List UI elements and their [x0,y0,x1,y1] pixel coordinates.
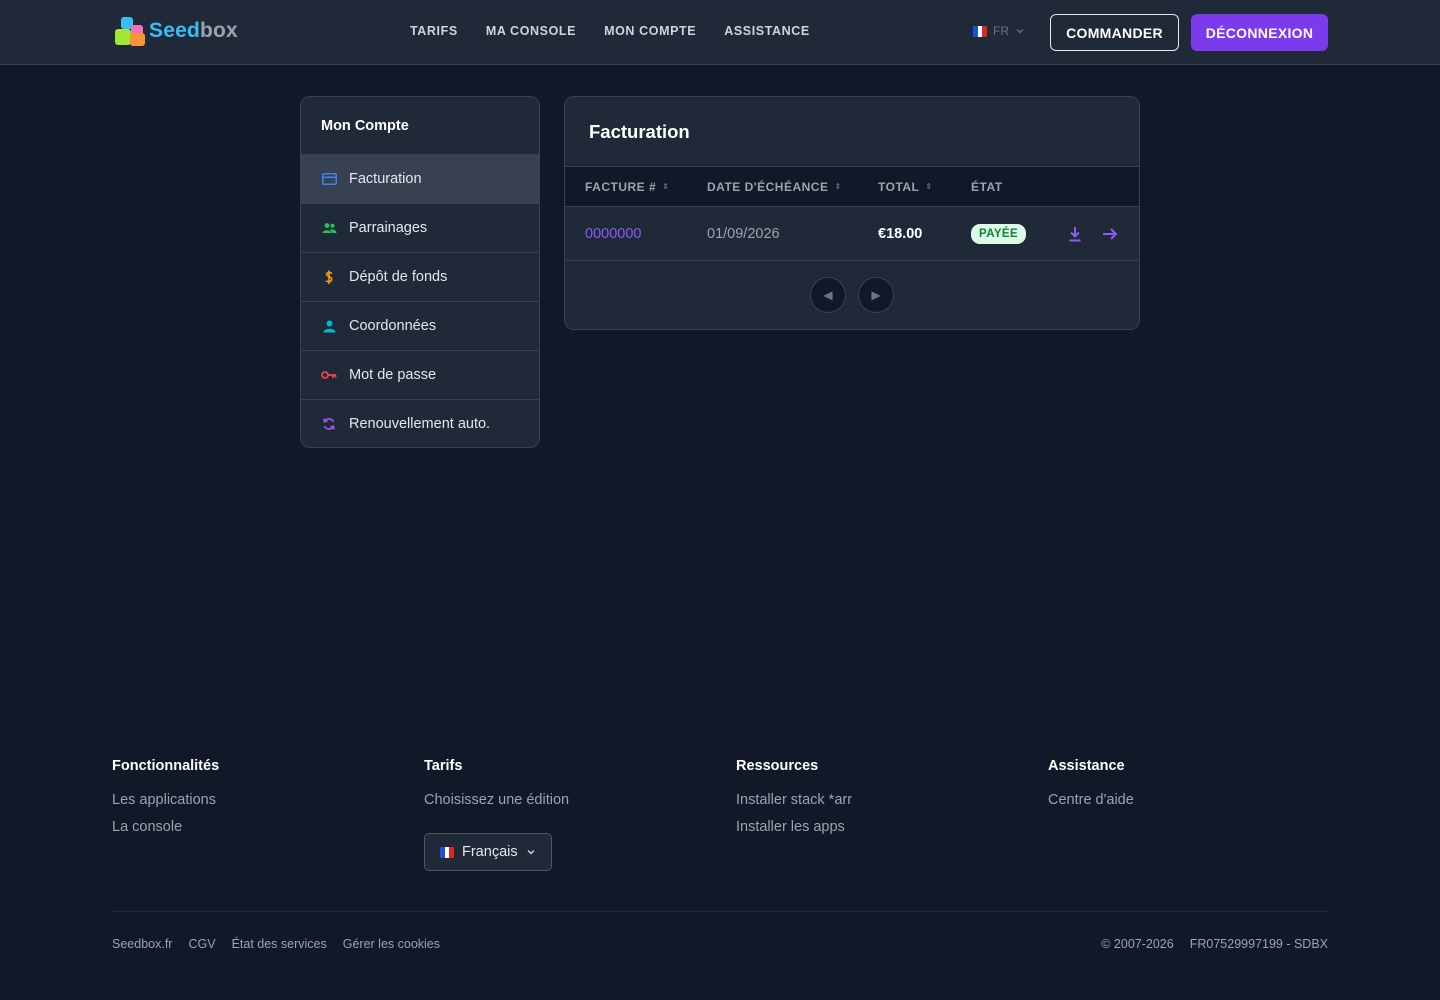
nav-link-assistance[interactable]: ASSISTANCE [724,24,810,38]
sidebar-title: Mon Compte [321,118,409,134]
sidebar-item-label: Parrainages [349,220,428,236]
chevron-down-icon [1016,29,1024,34]
sort-icon: ⇕ [925,182,933,191]
sidebar-item-referrals[interactable]: Parrainages [301,203,539,252]
footer-bottom-links: Seedbox.fr CGV État des services Gérer l… [112,937,440,951]
footer-link[interactable]: Installer les apps [736,819,852,835]
logo-text-box: box [200,19,238,42]
user-icon [321,318,337,334]
footer-link[interactable]: Choisissez une édition [424,792,569,808]
language-select[interactable]: Français [424,833,552,871]
france-flag-icon [973,25,987,37]
footer-link[interactable]: Les applications [112,792,219,808]
column-header-due-date[interactable]: DATE D'ÉCHÉANCE ⇕ [707,180,842,194]
nav-link-tarifs[interactable]: TARIFS [410,24,458,38]
france-flag-icon [440,846,454,858]
next-page-button[interactable]: ▶ [858,277,894,313]
key-icon [321,367,337,383]
company-id-text: FR07529997199 - SDBX [1189,937,1328,951]
sort-icon: ⇕ [834,182,842,191]
footer-column-assistance: Assistance Centre d'aide [1048,758,1134,819]
copyright-text: © 2007-2026 [1101,937,1174,951]
logo-cubes-icon [113,15,147,47]
credit-card-icon [321,171,337,187]
seedbox-logo[interactable]: Seedbox [113,15,238,47]
triangle-right-icon: ▶ [871,288,881,302]
sort-icon: ⇕ [662,182,670,191]
invoice-total: €18.00 [878,226,923,242]
main-nav: TARIFS MA CONSOLE MON COMPTE ASSISTANCE [410,24,810,38]
sidebar-item-deposit[interactable]: Dépôt de fonds [301,252,539,301]
footer-column-title: Assistance [1048,758,1125,774]
sidebar-item-password[interactable]: Mot de passe [301,350,539,399]
due-date: 01/09/2026 [707,226,780,242]
download-icon[interactable] [1065,224,1085,244]
previous-page-button[interactable]: ◀ [810,277,846,313]
order-button[interactable]: COMMANDER [1050,14,1179,51]
footer-column-resources: Ressources Installer stack *arr Installe… [736,758,852,846]
language-code: FR [993,24,1009,38]
footer-bottom-link[interactable]: CGV [188,937,215,951]
nav-link-account[interactable]: MON COMPTE [604,24,696,38]
column-header-status: ÉTAT [971,180,1003,194]
triangle-left-icon: ◀ [823,288,833,302]
page-title: Facturation [589,121,690,142]
sidebar-item-billing[interactable]: Facturation [301,154,539,203]
sidebar-item-contact-details[interactable]: Coordonnées [301,301,539,350]
footer-column-pricing: Tarifs Choisissez une édition [424,758,569,819]
nav-link-console[interactable]: MA CONSOLE [486,24,576,38]
footer-link[interactable]: Installer stack *arr [736,792,852,808]
billing-card: Facturation FACTURE # ⇕ DATE D'ÉCHÉANCE … [564,96,1140,330]
footer-link[interactable]: Centre d'aide [1048,792,1134,808]
table-row: 0000000 01/09/2026 €18.00 PAYÉE [565,207,1139,261]
column-header-invoice[interactable]: FACTURE # ⇕ [585,180,669,194]
footer-divider [112,911,1328,912]
footer-legal: © 2007-2026 FR07529997199 - SDBX [1101,937,1328,951]
sidebar-item-label: Coordonnées [349,318,437,334]
sidebar-item-label: Mot de passe [349,367,437,383]
column-header-total[interactable]: TOTAL ⇕ [878,180,933,194]
footer-bottom-link[interactable]: Seedbox.fr [112,937,172,951]
sidebar-item-label: Facturation [349,171,422,187]
footer-column-title: Ressources [736,758,819,774]
footer-column-title: Tarifs [424,758,463,774]
table-header: FACTURE # ⇕ DATE D'ÉCHÉANCE ⇕ TOTAL ⇕ ÉT… [565,166,1139,207]
footer-link[interactable]: La console [112,819,219,835]
status-badge: PAYÉE [971,224,1027,244]
footer-bottom-link[interactable]: État des services [232,937,327,951]
refresh-icon [321,416,337,432]
invoice-number-link[interactable]: 0000000 [585,226,641,242]
sidebar-item-auto-renewal[interactable]: Renouvellement auto. [301,399,539,447]
dollar-icon [321,269,337,285]
language-switcher[interactable]: FR [973,24,1025,38]
language-select-value: Français [462,844,518,860]
footer-bottom-link[interactable]: Gérer les cookies [343,937,440,951]
footer-column-features: Fonctionnalités Les applications La cons… [112,758,219,846]
top-navigation-bar: Seedbox TARIFS MA CONSOLE MON COMPTE ASS… [0,0,1440,65]
account-sidebar: Mon Compte Facturation Parrainages Dépôt… [300,96,540,448]
sidebar-item-label: Renouvellement auto. [349,416,491,432]
sidebar-item-label: Dépôt de fonds [349,269,448,285]
logout-button[interactable]: DÉCONNEXION [1191,14,1328,51]
logo-text-seed: Seed [149,19,200,42]
arrow-right-icon[interactable] [1100,224,1120,244]
chevron-down-icon [527,850,535,855]
users-icon [321,220,337,236]
footer-column-title: Fonctionnalités [112,758,220,774]
